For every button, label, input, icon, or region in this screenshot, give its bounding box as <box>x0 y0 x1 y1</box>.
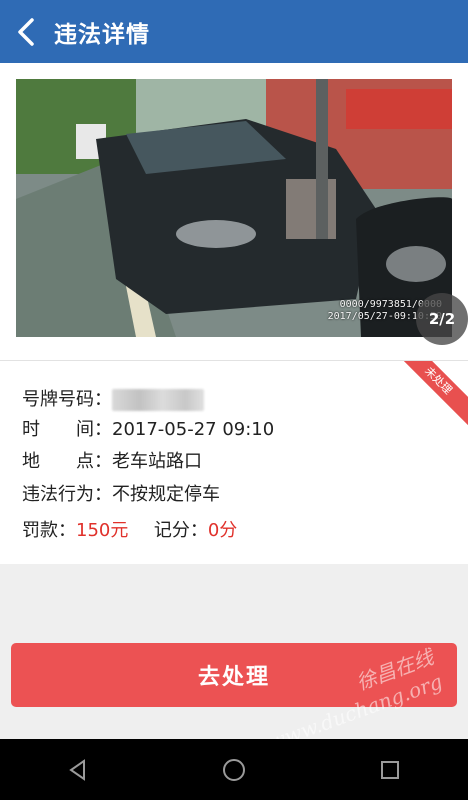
photo-card: 0000/9973851/0000 2017/05/27-09:10:50 2/… <box>0 63 468 360</box>
fine-label: 罚款： <box>22 520 76 541</box>
status-ribbon: 未处理 <box>388 361 468 431</box>
violation-row: 违法行为：不按规定停车 <box>22 480 220 506</box>
violation-label: 违法行为： <box>22 484 112 505</box>
points-label: 记分： <box>153 520 208 541</box>
plate-value-blurred <box>112 389 204 411</box>
triangle-back-icon <box>69 758 85 781</box>
nav-home-button[interactable] <box>214 750 254 790</box>
time-value: 2017-05-27 09:10 <box>112 419 275 440</box>
square-recent-icon <box>381 760 399 779</box>
nav-back-button[interactable] <box>58 750 98 790</box>
nav-recent-button[interactable] <box>370 750 410 790</box>
penalty-row: 罚款：150元 记分：0分 <box>22 516 237 542</box>
app-header: 违法详情 <box>0 0 468 63</box>
time-label: 时 间： <box>22 419 112 440</box>
plate-row: 号牌号码： <box>22 385 204 411</box>
violation-details: 未处理 号牌号码： 时 间：2017-05-27 09:10 地 点：老车站路口… <box>0 361 468 564</box>
chevron-left-icon <box>18 17 34 46</box>
system-nav-bar <box>0 739 468 800</box>
circle-home-icon <box>223 758 245 781</box>
photo-pager[interactable]: 2/2 <box>416 293 468 345</box>
violation-photo[interactable]: 0000/9973851/0000 2017/05/27-09:10:50 <box>16 79 452 337</box>
fine-value: 150元 <box>76 520 129 541</box>
place-label: 地 点： <box>22 451 112 472</box>
violation-value: 不按规定停车 <box>112 484 220 505</box>
place-row: 地 点：老车站路口 <box>22 447 202 473</box>
back-button[interactable] <box>0 0 52 63</box>
plate-label: 号牌号码： <box>22 389 112 410</box>
points-value: 0分 <box>207 520 238 541</box>
page-title: 违法详情 <box>54 21 150 48</box>
time-row: 时 间：2017-05-27 09:10 <box>22 415 274 441</box>
place-value: 老车站路口 <box>112 451 202 472</box>
